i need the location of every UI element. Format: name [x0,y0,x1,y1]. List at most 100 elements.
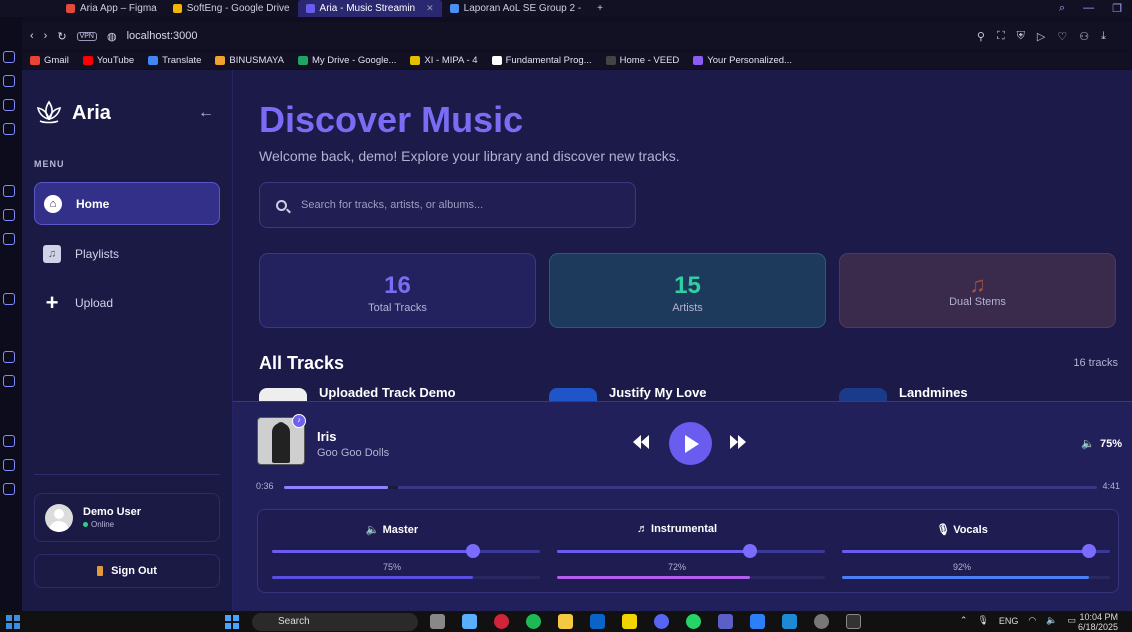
address-bar-actions: ⚲ ⛶ ⛨ ▷ ♡ ⚇ ⤓ [977,30,1132,43]
spotify-icon[interactable] [526,614,541,629]
next-track-icon[interactable] [730,435,746,449]
pin-icon[interactable]: ⚲ [977,30,985,43]
task-view-icon[interactable] [430,614,445,629]
microphone-icon[interactable]: 🎙 [977,615,988,626]
play-button[interactable] [669,422,712,465]
new-tab-button[interactable]: + [589,0,611,17]
battery-icon[interactable]: ▭ [1067,615,1076,626]
bookmark-gmail[interactable]: Gmail [30,55,69,66]
copilot-icon[interactable] [462,614,477,629]
chrome-icon[interactable] [814,614,829,629]
progress-bar[interactable] [284,486,1097,489]
forward-icon[interactable]: › [44,30,48,42]
microphone-icon: 🎙 [936,524,951,536]
snapshot-icon[interactable]: ⛶ [997,30,1005,43]
restore-icon[interactable]: ❐ [1112,2,1122,15]
rail-icon[interactable] [3,123,15,135]
search-tabs-icon[interactable]: ⌕ [1059,2,1065,15]
rail-icon[interactable] [3,351,15,363]
slider-knob[interactable] [1081,544,1096,558]
track-card[interactable]: Uploaded Track Demo [259,385,456,402]
file-explorer-icon[interactable] [558,614,573,629]
url-field[interactable]: localhost:3000 [127,30,198,42]
app-icon [693,56,704,65]
todo-icon[interactable] [750,614,765,629]
track-card[interactable]: Landmines [839,385,968,402]
collapse-sidebar-icon[interactable]: ← [198,104,214,122]
wifi-icon[interactable]: ◠ [1028,615,1036,626]
address-bar: ‹ › ↻ VPN ◍ localhost:3000 ⚲ ⛶ ⛨ ▷ ♡ ⚇ ⤓ [22,22,1132,50]
vscode-icon[interactable] [782,614,797,629]
rail-icon[interactable] [3,75,15,87]
widgets-icon[interactable] [6,615,20,629]
app-logo[interactable]: Aria [34,98,111,128]
rail-icon[interactable] [3,435,15,447]
translate-icon [148,56,159,65]
tab-figma[interactable]: Aria App – Figma [58,0,165,17]
shield-icon[interactable]: ⛨ [1017,30,1025,43]
back-icon[interactable]: ‹ [30,30,34,42]
rail-icon[interactable] [3,185,15,197]
sticky-notes-icon[interactable] [622,614,637,629]
bookmark-veed[interactable]: Home - VEED [605,55,679,66]
track-thumbnail [549,388,597,402]
rail-icon[interactable] [3,293,15,305]
rail-icon[interactable] [3,375,15,387]
rail-icon[interactable] [3,51,15,63]
reload-icon[interactable]: ↻ [57,30,66,43]
minimize-icon[interactable]: — [1083,2,1094,15]
taskbar-clock[interactable]: 10:04 PM 6/18/2025 [1078,612,1118,632]
terminal-icon[interactable] [846,614,861,629]
previous-track-icon[interactable] [633,435,649,449]
slider-knob[interactable] [466,544,480,558]
bookmark-youtube[interactable]: YouTube [82,55,134,66]
outlook-icon[interactable] [590,614,605,629]
stem-slider[interactable] [272,544,540,558]
rail-icon[interactable] [3,209,15,221]
volume-control[interactable]: 🔈 75% [1081,437,1122,451]
profile-icon[interactable]: ⚇ [1079,30,1089,43]
heart-icon[interactable]: ♡ [1057,30,1067,43]
tab-aria[interactable]: Aria - Music Streamin ✕ [297,0,442,17]
opera-icon[interactable] [494,614,509,629]
door-icon [97,566,104,576]
drive-icon [297,56,308,65]
bookmark-my-drive[interactable]: My Drive - Google... [297,55,396,66]
whatsapp-icon[interactable] [686,614,701,629]
play-icon[interactable]: ▷ [1037,30,1045,43]
sidebar-item-upload[interactable]: + Upload [34,281,220,324]
slider-knob[interactable] [742,544,757,558]
rail-icon[interactable] [3,483,15,495]
stem-slider[interactable] [557,544,825,558]
bookmark-translate[interactable]: Translate [148,55,201,66]
tab-docs[interactable]: Laporan AoL SE Group 2 - [442,0,590,17]
bookmark-xi-mipa[interactable]: XI - MIPA - 4 [410,55,478,66]
language-indicator[interactable]: ENG [999,616,1019,626]
bookmark-personalized[interactable]: Your Personalized... [693,55,792,66]
rail-icon[interactable] [3,99,15,111]
download-icon[interactable]: ⤓ [1101,30,1106,43]
aria-app: Aria ← MENU ⌂ Home ♫ Playlists + Upload … [22,70,1132,611]
search-input[interactable] [301,199,601,211]
bookmark-binusmaya[interactable]: BINUSMAYA [215,55,284,66]
chevron-up-icon[interactable]: ⌃ [960,615,968,626]
tab-google-drive[interactable]: SoftEng - Google Drive [165,0,298,17]
start-button[interactable] [225,615,239,629]
volume-icon[interactable]: 🔈 [1046,615,1057,626]
rail-icon[interactable] [3,459,15,471]
stem-slider[interactable] [842,544,1110,558]
sidebar-item-home[interactable]: ⌂ Home [34,182,220,225]
teams-icon[interactable] [718,614,733,629]
sidebar-item-playlists[interactable]: ♫ Playlists [34,232,220,275]
user-card[interactable]: Demo User Online [34,493,220,542]
volume-value: 75% [1099,437,1122,450]
taskbar-search[interactable]: Search [252,613,418,631]
discord-icon[interactable] [654,614,669,629]
track-card[interactable]: Justify My Love [549,385,707,402]
rail-icon[interactable] [3,233,15,245]
sign-out-button[interactable]: Sign Out [34,554,220,588]
close-tab-icon[interactable]: ✕ [426,3,434,14]
vpn-badge[interactable]: VPN [76,31,97,41]
search-box[interactable] [259,182,636,228]
bookmark-fundamental-prog[interactable]: Fundamental Prog... [491,55,592,66]
